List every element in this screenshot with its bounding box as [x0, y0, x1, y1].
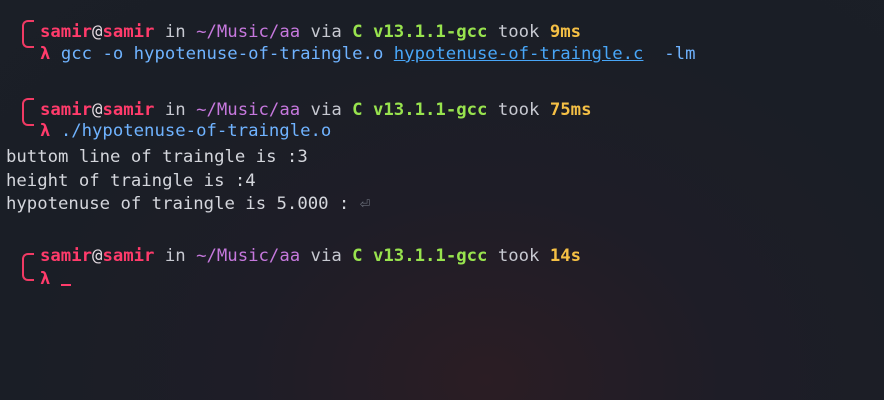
c-language-icon: C — [352, 22, 363, 42]
command-input-line[interactable]: λ — [40, 268, 71, 290]
prompt-host: samir — [102, 22, 155, 42]
prompt-at: @ — [92, 100, 103, 120]
command-line[interactable]: λ ./hypotenuse-of-traingle.o — [40, 121, 331, 141]
prompt-host: samir — [102, 100, 155, 120]
prompt-in: in — [164, 100, 186, 120]
text-cursor[interactable] — [60, 284, 71, 286]
output-line: buttom line of traingle is :3 — [6, 147, 308, 167]
prompt-host: samir — [102, 246, 155, 266]
prompt-user: samir — [40, 246, 93, 266]
prompt-path: ~/Music/aa — [196, 100, 301, 120]
prompt-user: samir — [40, 22, 93, 42]
source-file-link[interactable]: hypotenuse-of-traingle.c — [394, 44, 644, 64]
prompt-at: @ — [92, 246, 103, 266]
prompt-in: in — [164, 22, 186, 42]
command-line[interactable]: λ gcc -o hypotenuse-of-traingle.o hypote… — [40, 44, 696, 64]
prompt-via: via — [310, 100, 342, 120]
output-text: hypotenuse of traingle is 5.000 : — [6, 194, 360, 214]
output-line: height of traingle is :4 — [6, 171, 256, 191]
prompt-header: samir@samir in ~/Music/aa via C v13.1.1-… — [40, 245, 581, 267]
command-duration: 9ms — [549, 22, 582, 42]
prompt-header: samir@samir in ~/Music/aa via C v13.1.1-… — [40, 100, 592, 120]
c-language-icon: C — [352, 100, 363, 120]
return-symbol-icon: ⏎ — [359, 194, 371, 214]
prompt-took: took — [497, 22, 540, 42]
compiler-version: v13.1.1-gcc — [372, 100, 488, 120]
lambda-icon: λ — [40, 121, 51, 141]
prompt-path: ~/Music/aa — [196, 246, 301, 266]
prompt-corner-bottom — [22, 110, 34, 126]
prompt-took: took — [497, 246, 540, 266]
command-args: -o hypotenuse-of-traingle.o — [102, 44, 384, 64]
terminal-window[interactable]: samir@samir in ~/Music/aa via C v13.1.1-… — [0, 0, 884, 400]
command-duration: 75ms — [549, 100, 592, 120]
c-language-icon: C — [352, 246, 363, 266]
prompt-header: samir@samir in ~/Music/aa via C v13.1.1-… — [40, 22, 581, 42]
command-text: ./hypotenuse-of-traingle.o — [60, 121, 332, 141]
compiler-version: v13.1.1-gcc — [372, 22, 488, 42]
prompt-path: ~/Music/aa — [196, 22, 301, 42]
command-program: gcc — [60, 44, 93, 64]
command-flag: -lm — [664, 44, 696, 64]
output-line: hypotenuse of traingle is 5.000 : ⏎ — [6, 193, 370, 215]
prompt-corner-bottom — [22, 32, 34, 48]
prompt-corner-bottom — [22, 265, 34, 281]
prompt-took: took — [497, 100, 540, 120]
prompt-via: via — [310, 246, 342, 266]
prompt-user: samir — [40, 100, 93, 120]
lambda-icon: λ — [40, 44, 51, 64]
prompt-via: via — [310, 22, 342, 42]
lambda-icon: λ — [40, 269, 51, 289]
compiler-version: v13.1.1-gcc — [372, 246, 488, 266]
command-duration: 14s — [549, 246, 582, 266]
prompt-at: @ — [92, 22, 103, 42]
prompt-in: in — [164, 246, 186, 266]
